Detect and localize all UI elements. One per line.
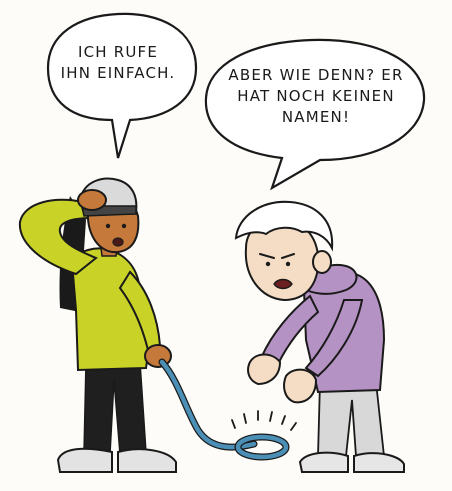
speech-line: IHN EINFACH. (60, 64, 176, 82)
speech-bubble-left (46, 12, 198, 159)
speech-text-left: ICH RUFE IHN EINFACH. (58, 42, 178, 84)
character-right (234, 200, 405, 473)
speech-line: ABER WIE DENN? ER (228, 66, 404, 84)
comic-panel: ICH RUFE IHN EINFACH. ABER WIE DENN? ER … (0, 0, 452, 491)
speech-line: ICH RUFE (77, 43, 159, 61)
character-left (18, 177, 177, 473)
speech-line: NAMEN! (281, 108, 351, 126)
speech-line: HAT NOCH KEINEN (237, 87, 395, 105)
speech-text-right: ABER WIE DENN? ER HAT NOCH KEINEN NAMEN! (216, 65, 416, 128)
